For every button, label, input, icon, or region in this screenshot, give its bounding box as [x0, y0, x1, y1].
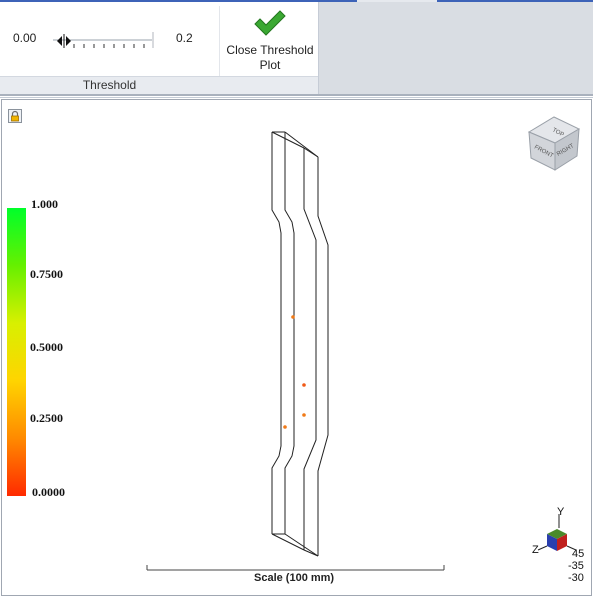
threshold-max-value: 0.2	[176, 31, 193, 45]
threshold-group: 0.00 0.2 Close Threshold Plot Threshold	[0, 2, 319, 95]
axis-triad: Y Z 45 -35 -30	[532, 506, 592, 584]
specimen-outline	[271, 131, 329, 557]
threshold-marker	[302, 383, 306, 387]
group-divider	[219, 6, 220, 76]
threshold-marker	[291, 315, 295, 319]
ribbon: 0.00 0.2 Close Threshold Plot Threshold	[0, 0, 593, 95]
checkmark-icon	[254, 10, 286, 36]
threshold-group-label: Threshold	[82, 78, 137, 92]
close-threshold-plot-label: Close Threshold Plot	[226, 43, 314, 72]
ribbon-separator	[0, 94, 593, 96]
axis-z-label: Z	[532, 544, 539, 556]
threshold-marker	[283, 425, 287, 429]
close-threshold-plot-button[interactable]: Close Threshold Plot	[224, 8, 316, 74]
viewport-3d[interactable]: 1.000 0.7500 0.5000 0.2500 0.0000 Scale …	[0, 98, 593, 598]
triad-readout-3: -30	[568, 572, 584, 584]
specimen-model	[146, 131, 445, 571]
threshold-slider-thumb[interactable]	[56, 34, 72, 48]
scale-label: Scale (100 mm)	[254, 572, 335, 584]
triad-readout-2: -35	[568, 560, 584, 572]
ribbon-accent-gap	[357, 0, 437, 2]
threshold-min-value: 0.00	[13, 31, 37, 45]
triad-readout-1: 45	[572, 548, 585, 560]
axis-y-label: Y	[557, 506, 565, 518]
view-cube[interactable]: TOP FRONT RIGHT	[527, 115, 581, 171]
scale-bar	[146, 565, 445, 571]
threshold-marker	[302, 413, 306, 417]
